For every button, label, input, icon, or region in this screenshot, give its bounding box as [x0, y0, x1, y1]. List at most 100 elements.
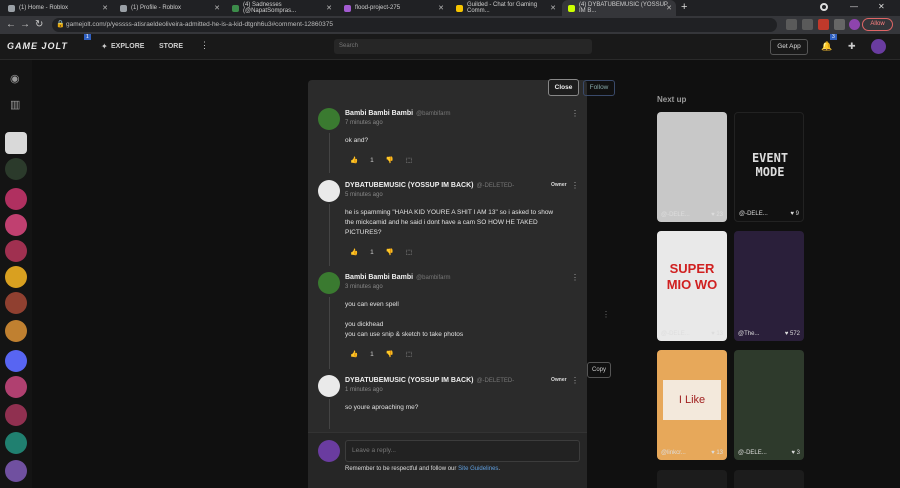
puzzle-icon[interactable] [834, 19, 845, 30]
thumbs-down-icon[interactable]: 👎 [386, 350, 394, 358]
comment-time: 7 minutes ago [345, 120, 383, 126]
comment-body: ok and? [345, 137, 369, 144]
community-icon[interactable] [5, 240, 27, 262]
reply-icon[interactable]: ⬚ [406, 156, 412, 164]
comment-body: so youre aproaching me? [345, 404, 419, 411]
close-icon[interactable]: ✕ [102, 4, 108, 12]
forward-icon[interactable]: → [20, 19, 30, 30]
guilded-favicon-icon [456, 4, 463, 12]
browser-tab[interactable]: (4) Sadnesses (@NapatSompras... ✕ [226, 0, 336, 16]
comment-handle: @bambifarm [416, 111, 451, 117]
comment-author[interactable]: DYBATUBEMUSIC (YOSSUP IM BACK) @-DELETED- [345, 182, 514, 189]
nav-explore[interactable]: EXPLORE [111, 43, 144, 50]
more-menu-icon[interactable]: ⋮ [571, 273, 579, 282]
community-icon-gamejolt[interactable] [5, 158, 27, 180]
thumbs-down-icon[interactable]: 👎 [386, 248, 394, 256]
close-icon[interactable]: ✕ [438, 4, 444, 12]
avatar[interactable] [318, 375, 340, 397]
thumbs-up-icon[interactable]: 👍 [350, 350, 358, 358]
next-up-thumbnail[interactable]: I Like @linkcr... ♥ 13 [657, 350, 727, 460]
community-icon[interactable] [5, 460, 27, 482]
discord-icon[interactable] [5, 350, 27, 372]
bell-icon[interactable]: 🔔 [821, 41, 832, 52]
next-up-thumbnail[interactable] [657, 470, 727, 488]
community-icon[interactable] [5, 376, 27, 398]
next-up-thumbnail[interactable]: @-DELE... ♥ 3 [734, 350, 804, 460]
community-icon[interactable] [5, 292, 27, 314]
next-up-thumbnail[interactable]: SUPER MIO WO @-DELE... ♥ 13 [657, 231, 727, 341]
address-bar[interactable]: 🔒 gamejolt.com/p/yessss-atisraeldeolivei… [52, 18, 777, 32]
community-icon[interactable] [5, 404, 27, 426]
get-app-button[interactable]: Get App [770, 39, 808, 55]
browser-tab-active[interactable]: (4) DYBATUBEMUSIC (YOSSUP IM B... ✕ [562, 0, 676, 16]
profile-icon[interactable] [849, 19, 860, 30]
nav-store[interactable]: STORE [159, 43, 183, 50]
site-guidelines-link[interactable]: Site Guidelines [458, 466, 498, 472]
share-icon[interactable] [802, 19, 813, 30]
library-icon[interactable]: ▥ [10, 98, 20, 111]
back-icon[interactable]: ← [6, 19, 16, 30]
comment-author[interactable]: Bambi Bambi Bambi @bambifarm [345, 110, 451, 117]
extension-icon[interactable] [818, 19, 829, 30]
minimize-icon[interactable]: — [850, 2, 858, 11]
close-icon[interactable]: ✕ [326, 4, 332, 12]
close-icon[interactable]: ✕ [550, 4, 556, 12]
more-menu-icon[interactable]: ⋮ [571, 376, 579, 385]
next-up-thumbnail[interactable]: @-DELE... ♥ 23 [657, 112, 727, 222]
close-button[interactable]: Close [548, 79, 579, 96]
copy-button[interactable]: Copy [587, 362, 611, 378]
more-menu-icon[interactable]: ⋮ [571, 181, 579, 190]
notification-badge: 1 [84, 34, 91, 40]
avatar[interactable] [318, 180, 340, 202]
browser-tab[interactable]: (1) Home - Roblox ✕ [2, 0, 112, 16]
comment-author[interactable]: Bambi Bambi Bambi @bambifarm [345, 274, 451, 281]
thumbs-down-icon[interactable]: 👎 [386, 156, 394, 164]
more-menu-icon[interactable]: ⋮ [200, 40, 209, 51]
community-icon-roblox[interactable] [5, 132, 27, 154]
thumbs-up-icon[interactable]: 👍 [350, 248, 358, 256]
thumbnail-caption: I Like [663, 380, 721, 420]
next-up-thumbnail[interactable] [734, 470, 804, 488]
community-icon[interactable] [5, 214, 27, 236]
thumbnail-user: @-DELE... [661, 331, 690, 337]
community-icon[interactable] [5, 320, 27, 342]
community-icon[interactable] [5, 266, 27, 288]
thumbnail-likes: ♥ 9 [790, 211, 799, 217]
next-up-thumbnail[interactable]: EVENT MODE @-DELE... ♥ 9 [734, 112, 804, 222]
thumbnail-user: @linkcr... [661, 450, 686, 456]
reply-input[interactable]: Leave a reply... [345, 440, 580, 462]
more-menu-icon[interactable]: ⋮ [602, 310, 610, 319]
avatar[interactable] [318, 272, 340, 294]
comment-author[interactable]: DYBATUBEMUSIC (YOSSUP IM BACK) @-DELETED- [345, 377, 514, 384]
new-tab-icon[interactable]: + [681, 1, 687, 13]
puzzle-icon[interactable]: ✚ [848, 41, 856, 52]
reload-icon[interactable]: ↻ [35, 19, 43, 30]
close-window-icon[interactable]: ✕ [878, 2, 885, 11]
avatar[interactable] [318, 108, 340, 130]
record-icon[interactable] [820, 3, 828, 11]
comment-body: you can even spell you dickhead you can … [345, 301, 464, 338]
thumbs-up-icon[interactable]: 👍 [350, 156, 358, 164]
compass-icon[interactable]: ◉ [10, 72, 20, 85]
translate-icon[interactable] [786, 19, 797, 30]
roblox-favicon-icon [120, 4, 127, 12]
user-avatar[interactable] [871, 39, 886, 54]
browser-tab[interactable]: Guilded - Chat for Gaming Comm... ✕ [450, 0, 560, 16]
follow-button[interactable]: Follow [583, 80, 615, 96]
thumbnail-user: @-DELE... [739, 211, 768, 217]
search-input[interactable]: Search [334, 39, 592, 54]
gamejolt-logo[interactable]: GAME JOLT [7, 41, 68, 51]
close-icon[interactable]: ✕ [214, 4, 220, 12]
community-icon[interactable] [5, 188, 27, 210]
reply-icon[interactable]: ⬚ [406, 350, 412, 358]
next-up-thumbnail[interactable]: @The... ♥ 572 [734, 231, 804, 341]
browser-tab[interactable]: flood-project-275 ✕ [338, 0, 448, 16]
close-icon[interactable]: ✕ [666, 4, 672, 12]
comment-actions: 👍 1 👎 ⬚ [350, 248, 412, 257]
community-icon[interactable] [5, 432, 27, 454]
allow-button[interactable]: Allow [862, 18, 893, 31]
more-menu-icon[interactable]: ⋮ [571, 109, 579, 118]
reply-icon[interactable]: ⬚ [406, 248, 412, 256]
browser-tab[interactable]: (1) Profile - Roblox ✕ [114, 0, 224, 16]
url-text: gamejolt.com/p/yessss-atisraeldeoliveira… [66, 21, 333, 28]
